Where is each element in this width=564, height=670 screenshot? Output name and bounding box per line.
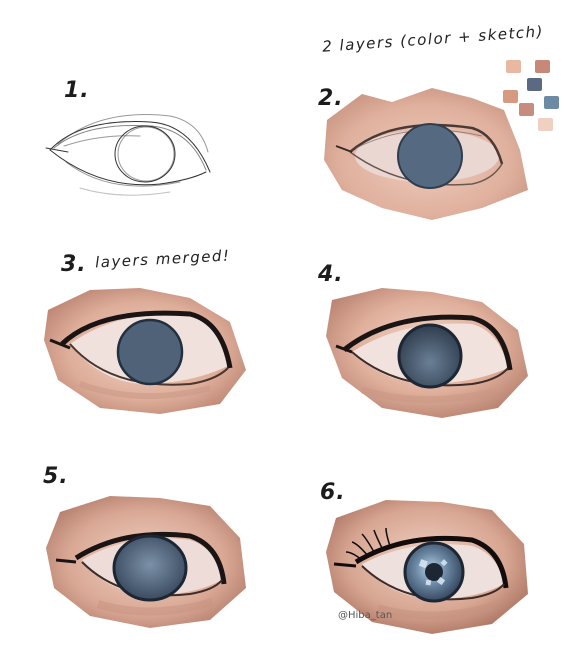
eye-painting-step-3	[44, 288, 246, 414]
eye-sketch-step-1	[45, 114, 211, 196]
step-number-3: 3.	[61, 252, 87, 277]
artist-watermark: @Hiba_tan	[338, 610, 393, 621]
eye-painting-step-2	[324, 88, 528, 220]
palette-swatch	[538, 118, 553, 131]
eye-painting-step-4	[326, 288, 528, 418]
note-two-layers: 2 layers (color + sketch)	[321, 22, 545, 56]
eye-painting-step-5	[46, 496, 246, 628]
palette-swatch	[506, 60, 521, 73]
palette-swatch	[544, 96, 559, 109]
palette-swatch	[535, 60, 550, 73]
note-layers-merged: layers merged!	[94, 246, 231, 272]
step-number-5: 5.	[43, 464, 69, 489]
